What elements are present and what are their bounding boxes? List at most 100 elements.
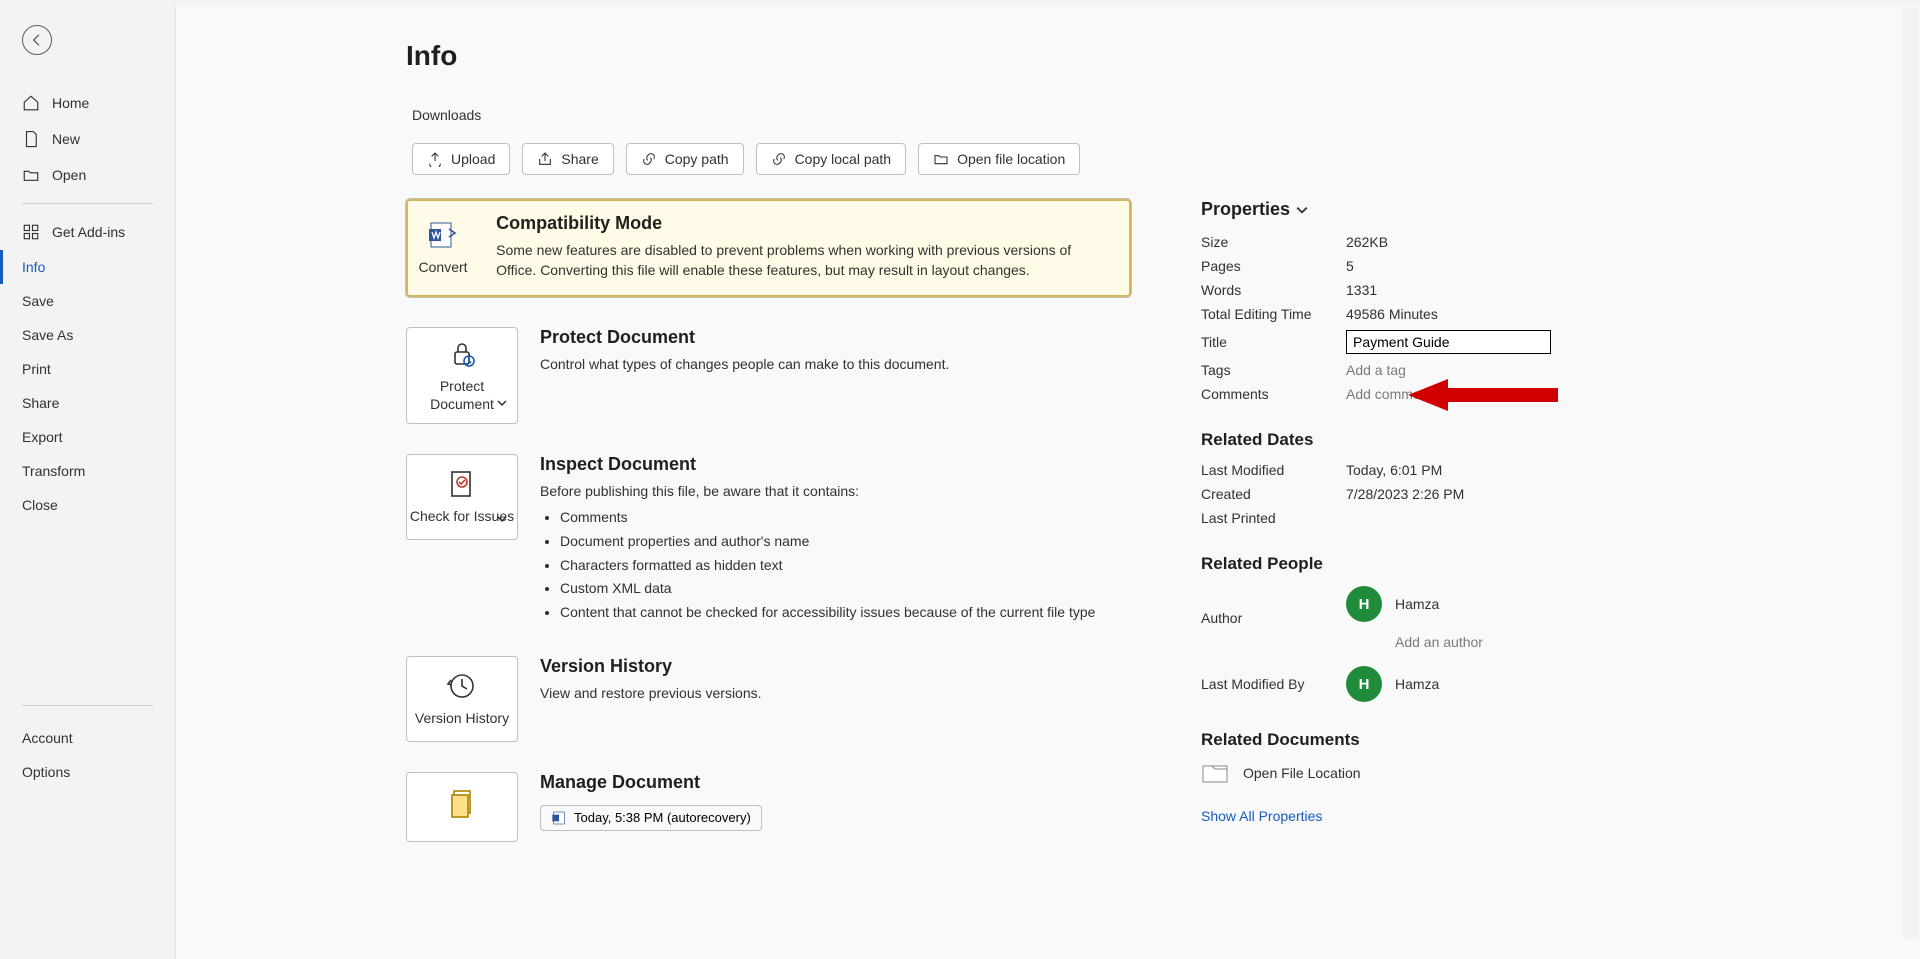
prop-tet-label: Total Editing Time (1201, 306, 1346, 322)
version-history-tile-label: Version History (415, 710, 509, 728)
share-button[interactable]: Share (522, 143, 613, 175)
nav-transform[interactable]: Transform (0, 454, 175, 488)
nav-home[interactable]: Home (0, 85, 175, 121)
date-lm-label: Last Modified (1201, 462, 1346, 478)
breadcrumb[interactable]: Downloads (412, 107, 1920, 123)
word-doc-icon (551, 810, 567, 826)
compatibility-heading: Compatibility Mode (496, 213, 1113, 234)
nav-get-addins-label: Get Add-ins (52, 224, 125, 240)
prop-title-label: Title (1201, 334, 1346, 350)
nav-divider-bottom (22, 705, 153, 706)
nav-options[interactable]: Options (0, 755, 175, 789)
history-text: Version History View and restore previou… (540, 656, 762, 703)
nav-info[interactable]: Info (0, 250, 175, 284)
upload-label: Upload (451, 151, 495, 167)
nav-options-label: Options (22, 764, 70, 780)
nav-open[interactable]: Open (0, 157, 175, 193)
related-people-heading: Related People (1201, 554, 1641, 574)
people-grid: Author H Hamza Add an author Last Modifi… (1201, 586, 1641, 702)
lmb-name: Hamza (1395, 676, 1439, 692)
inspect-item: Comments (560, 507, 1095, 529)
prop-comments-label: Comments (1201, 386, 1346, 402)
upload-button[interactable]: Upload (412, 143, 510, 175)
compatibility-text: Compatibility Mode Some new features are… (496, 205, 1125, 289)
manage-document-tile[interactable] (406, 772, 518, 842)
inspect-item: Content that cannot be checked for acces… (560, 602, 1095, 624)
protect-heading: Protect Document (540, 327, 949, 348)
manage-text: Manage Document Today, 5:38 PM (autoreco… (540, 772, 762, 831)
prop-title-input[interactable] (1346, 330, 1551, 354)
nav-home-label: Home (52, 95, 89, 111)
dates-grid: Last Modified Today, 6:01 PM Created 7/2… (1201, 462, 1641, 526)
compatibility-body: Some new features are disabled to preven… (496, 240, 1113, 281)
copy-local-path-label: Copy local path (795, 151, 892, 167)
nav-save-as[interactable]: Save As (0, 318, 175, 352)
nav-share[interactable]: Share (0, 386, 175, 420)
new-icon (22, 130, 40, 148)
copy-path-button[interactable]: Copy path (626, 143, 744, 175)
prop-pages-value: 5 (1346, 258, 1641, 274)
prop-size-label: Size (1201, 234, 1346, 250)
date-created-value: 7/28/2023 2:26 PM (1346, 486, 1641, 502)
word-convert-icon (427, 219, 459, 251)
manage-document-block: Manage Document Today, 5:38 PM (autoreco… (406, 772, 1131, 842)
convert-tile[interactable]: Convert (412, 205, 474, 291)
back-button[interactable] (22, 25, 52, 55)
inspect-item: Custom XML data (560, 578, 1095, 600)
check-for-issues-tile[interactable]: Check for Issues (406, 454, 518, 540)
nav-save[interactable]: Save (0, 284, 175, 318)
open-file-location-link[interactable]: Open File Location (1201, 762, 1641, 784)
open-file-location-text: Open File Location (1243, 765, 1361, 781)
copy-local-path-button[interactable]: Copy local path (756, 143, 907, 175)
nav-print[interactable]: Print (0, 352, 175, 386)
properties-heading: Properties (1201, 199, 1290, 220)
protect-document-tile[interactable]: Protect Document (406, 327, 518, 424)
version-history-tile[interactable]: Version History (406, 656, 518, 742)
add-author-link[interactable]: Add an author (1395, 634, 1641, 650)
link-icon (641, 151, 657, 167)
nav-get-addins[interactable]: Get Add-ins (0, 214, 175, 250)
nav-account[interactable]: Account (0, 721, 175, 755)
inspect-icon (446, 468, 478, 500)
lmb-avatar: H (1346, 666, 1382, 702)
nav-save-label: Save (22, 293, 54, 309)
history-body: View and restore previous versions. (540, 683, 762, 703)
scrollbar-up-button[interactable] (1903, 8, 1919, 24)
author-person[interactable]: H Hamza (1346, 586, 1641, 622)
lock-icon (446, 338, 478, 370)
open-icon (22, 166, 40, 184)
scrollbar-track[interactable] (1903, 24, 1919, 939)
properties-column: Properties Size 262KB Pages 5 Words 1331… (1201, 199, 1641, 842)
main-panel: Info Downloads Upload Share Copy path Co… (175, 5, 1920, 959)
backstage-left-nav: Home New Open Get Add-ins Info Save Save… (0, 0, 175, 959)
author-cell: H Hamza Add an author (1346, 586, 1641, 650)
lmb-person[interactable]: H Hamza (1346, 666, 1641, 702)
open-file-location-label: Open file location (957, 151, 1065, 167)
home-icon (22, 94, 40, 112)
author-avatar: H (1346, 586, 1382, 622)
share-icon (537, 151, 553, 167)
related-documents-heading: Related Documents (1201, 730, 1641, 750)
prop-tet-value: 49586 Minutes (1346, 306, 1641, 322)
nav-account-label: Account (22, 730, 73, 746)
prop-words-label: Words (1201, 282, 1346, 298)
annotation-arrow (1408, 375, 1558, 415)
nav-divider (22, 203, 153, 204)
nav-items-top: Home New Open Get Add-ins Info Save Save… (0, 85, 175, 522)
nav-close[interactable]: Close (0, 488, 175, 522)
date-lm-value: Today, 6:01 PM (1346, 462, 1641, 478)
author-name: Hamza (1395, 596, 1439, 612)
compatibility-block: Convert Compatibility Mode Some new feat… (406, 199, 1131, 297)
nav-new[interactable]: New (0, 121, 175, 157)
show-all-properties-link[interactable]: Show All Properties (1201, 808, 1641, 824)
open-file-location-button[interactable]: Open file location (918, 143, 1080, 175)
nav-export[interactable]: Export (0, 420, 175, 454)
autosave-version-chip[interactable]: Today, 5:38 PM (autorecovery) (540, 805, 762, 831)
date-created-label: Created (1201, 486, 1346, 502)
protect-body: Control what types of changes people can… (540, 354, 949, 374)
folder-icon (933, 151, 949, 167)
copy-path-label: Copy path (665, 151, 729, 167)
inspect-item: Document properties and author's name (560, 531, 1095, 553)
properties-dropdown[interactable]: Properties (1201, 199, 1641, 220)
action-row: Upload Share Copy path Copy local path O… (412, 143, 1920, 175)
